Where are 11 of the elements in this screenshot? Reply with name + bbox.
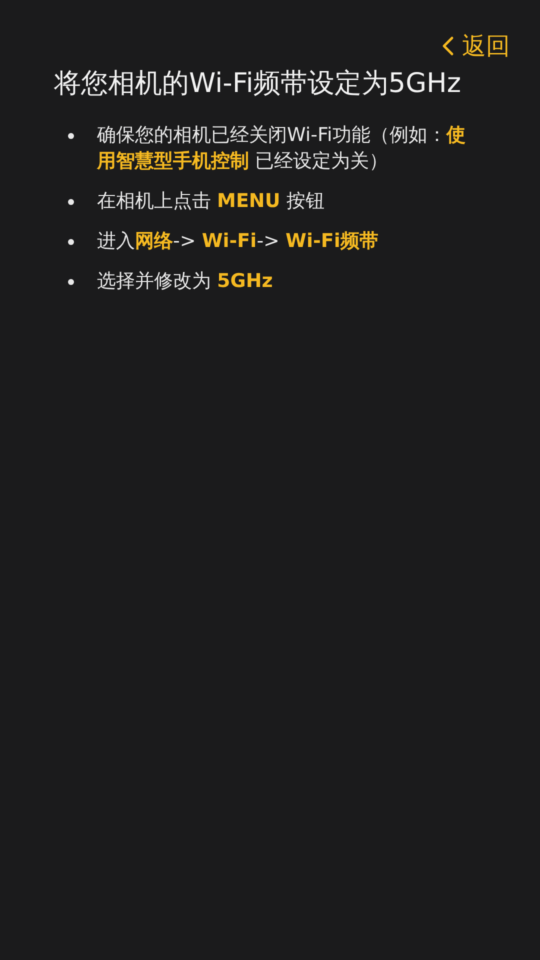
- back-button[interactable]: 返回: [442, 30, 510, 62]
- bullet-icon: [68, 239, 74, 245]
- bullet-icon: [68, 199, 74, 205]
- step-text: 确保您的相机已经关闭Wi-Fi功能（例如：使用智慧型手机控制 已经设定为关）: [97, 123, 466, 174]
- bullet-icon: [68, 279, 74, 285]
- step-text: 进入网络-> Wi-Fi-> Wi-Fi频带: [97, 229, 380, 254]
- step-text: 在相机上点击 MENU 按钮: [97, 189, 326, 214]
- bullet-icon: [68, 133, 74, 139]
- step-text: 选择并修改为 5GHz: [97, 269, 274, 294]
- chevron-left-icon: [442, 36, 454, 56]
- page-title: 将您相机的Wi-Fi频带设定为5GHz: [54, 67, 462, 101]
